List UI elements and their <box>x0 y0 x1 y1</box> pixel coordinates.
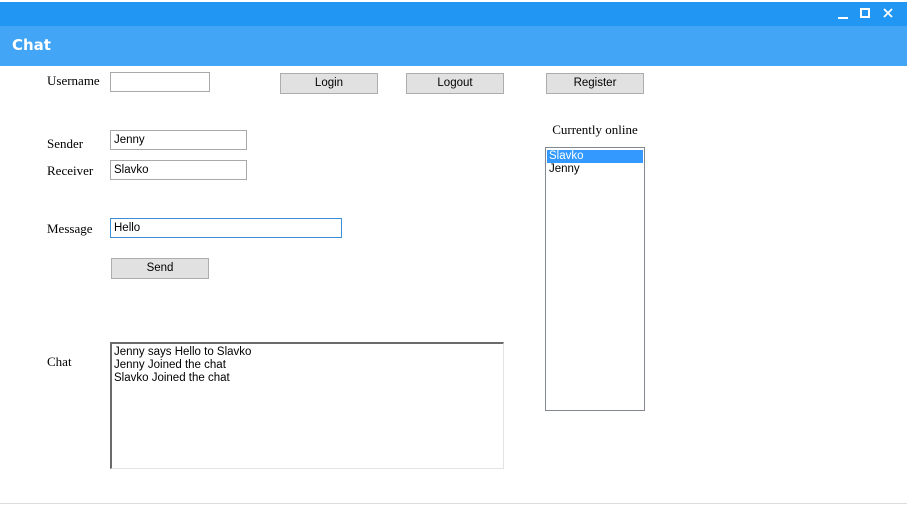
send-button[interactable]: Send <box>111 258 209 279</box>
minimize-icon[interactable] <box>835 6 851 22</box>
sender-input[interactable] <box>110 130 247 150</box>
username-input[interactable] <box>110 72 210 92</box>
list-item[interactable]: Slavko <box>547 150 643 163</box>
chat-line: Jenny Joined the chat <box>114 359 226 371</box>
logout-button[interactable]: Logout <box>406 73 504 94</box>
receiver-input[interactable] <box>110 160 247 180</box>
sender-label: Sender <box>47 136 84 151</box>
register-button[interactable]: Register <box>546 73 644 94</box>
chat-label: Chat <box>47 354 72 369</box>
maximize-icon[interactable] <box>857 6 873 22</box>
chat-line: Slavko Joined the chat <box>114 372 230 384</box>
receiver-label: Receiver <box>47 163 94 178</box>
list-item[interactable]: Jenny <box>547 163 643 176</box>
window-titlebar <box>0 2 907 26</box>
chat-line: Jenny says Hello to Slavko <box>114 346 252 358</box>
window-bottom-border <box>0 503 907 504</box>
chat-log[interactable]: Jenny says Hello to Slavko Jenny Joined … <box>110 342 504 469</box>
login-button[interactable]: Login <box>280 73 378 94</box>
app-header: Chat <box>0 26 907 66</box>
message-input[interactable] <box>110 218 342 238</box>
close-icon[interactable] <box>880 6 896 22</box>
online-users-title: Currently online <box>552 122 638 137</box>
app-title: Chat <box>12 36 51 54</box>
online-users-list[interactable]: Slavko Jenny <box>545 147 645 411</box>
message-label: Message <box>47 221 93 236</box>
username-label: Username <box>47 73 100 88</box>
